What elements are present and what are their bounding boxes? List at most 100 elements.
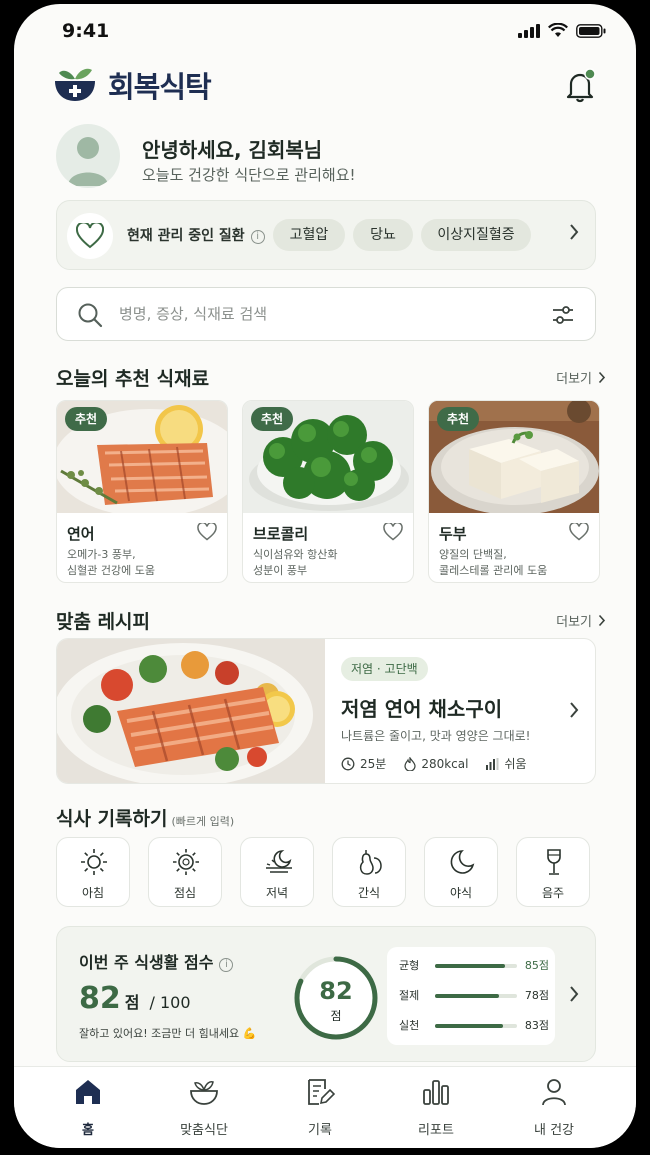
meal-dinner-button[interactable]: 저녁 (240, 837, 314, 907)
greeting-subtitle: 오늘도 건강한 식단으로 관리해요! (142, 166, 356, 184)
meal-label: 야식 (449, 886, 473, 900)
search-icon (78, 303, 103, 328)
bar-fill (435, 1024, 504, 1028)
score-message: 잘하고 있어요! 조금만 더 힘내세요 💪 (79, 1027, 257, 1040)
ingredient-desc: 양질의 단백질, 콜레스테롤 관리에 도움 (439, 547, 579, 579)
ingredient-card[interactable]: 추천 두부 양질의 단백질, 콜레스테롤 관리에 도움 (428, 400, 600, 583)
user-avatar-icon (68, 137, 108, 186)
phone-frame: 9:41 회복식탁 안녕하세요, 김회복님 오늘도 건강한 식단으로 관리해요! (0, 0, 650, 1155)
nav-label: 맞춤식단 (180, 1123, 228, 1138)
meal-late-night-button[interactable]: 야식 (424, 837, 498, 907)
chevron-right-icon[interactable] (569, 985, 579, 1003)
ingredient-desc-line: 오메가-3 풍부, (67, 548, 136, 561)
score-title: 이번 주 식생활 점수 i (79, 949, 234, 973)
score-value: 82 점 / 100 (79, 981, 191, 1016)
app-logo[interactable]: 회복식탁 (54, 64, 212, 106)
meal-label: 저녁 (265, 886, 289, 900)
recommend-badge: 추천 (251, 407, 294, 431)
meal-label: 음주 (541, 886, 565, 900)
more-label: 더보기 (556, 615, 592, 630)
note-edit-icon (308, 1079, 335, 1105)
meal-label: 점심 (173, 886, 197, 900)
ingredient-name: 연어 (67, 525, 95, 543)
recipe-section-title: 맞춤 레시피 (56, 611, 151, 633)
nav-label: 기록 (308, 1123, 332, 1138)
more-label: 더보기 (556, 372, 592, 387)
pear-icon (359, 850, 382, 875)
heart-outline-icon[interactable] (383, 523, 403, 541)
status-time: 9:41 (62, 20, 110, 42)
heart-outline-icon[interactable] (197, 523, 217, 541)
chevron-right-icon (598, 371, 606, 384)
meal-breakfast-button[interactable]: 아침 (56, 837, 130, 907)
condition-chip[interactable]: 고혈압 (273, 219, 345, 251)
meal-snack-button[interactable]: 간식 (332, 837, 406, 907)
filter-icon[interactable] (551, 303, 575, 327)
nav-report[interactable]: 리포트 (386, 1077, 486, 1143)
meal-log-title: 식사 기록하기 (빠르게 입력) (56, 804, 234, 831)
chevron-right-icon[interactable] (569, 701, 579, 719)
notification-button[interactable] (564, 68, 598, 104)
condition-label: 현재 관리 중인 질환 i (127, 225, 265, 245)
moon-icon (450, 850, 475, 874)
bar-chart-icon (423, 1080, 449, 1105)
nav-label: 내 건강 (533, 1123, 574, 1138)
search-bar[interactable] (56, 287, 596, 341)
recipe-kcal: 280kcal (404, 756, 469, 771)
weekly-score-card[interactable]: 이번 주 식생활 점수 i 82 점/ 100 잘하고 있어요! 조금만 더 힘내세… (56, 926, 596, 1062)
bowl-icon (190, 1081, 218, 1105)
flame-icon (404, 756, 416, 771)
ingredients-more-link[interactable]: 더보기 (556, 368, 606, 387)
recipe-time-value: 25분 (360, 757, 387, 771)
meal-lunch-button[interactable]: 점심 (148, 837, 222, 907)
app-screen: 9:41 회복식탁 안녕하세요, 김회복님 오늘도 건강한 식단으로 관리해요! (14, 4, 636, 1148)
recommend-badge: 추천 (65, 407, 108, 431)
info-icon[interactable]: i (219, 958, 234, 972)
condition-chip[interactable]: 당뇨 (353, 219, 413, 251)
recipe-name: 저염 연어 채소구이 (341, 697, 503, 721)
heart-outline-icon[interactable] (569, 523, 589, 541)
meal-drink-button[interactable]: 음주 (516, 837, 590, 907)
ingredient-desc-line: 식이섬유와 항산화 (253, 548, 338, 561)
condition-card[interactable]: 현재 관리 중인 질환 i 고혈압 당뇨 이상지질혈증 (56, 200, 596, 270)
recipe-difficulty: 쉬움 (486, 755, 527, 772)
score-breakdown: 균형 85점 절제 78점 실천 83점 (387, 947, 555, 1045)
nav-custom-diet[interactable]: 맞춤식단 (154, 1077, 254, 1143)
bowl-leaf-icon (55, 68, 95, 101)
bottom-nav: 홈 맞춤식단 기록 리포트 내 건강 (14, 1066, 636, 1148)
ingredient-card[interactable]: 추천 연어 오메가-3 풍부, 심혈관 건강에 도움 (56, 400, 228, 583)
recipe-more-link[interactable]: 더보기 (556, 611, 606, 630)
search-input[interactable] (119, 288, 519, 340)
nav-label: 리포트 (418, 1123, 454, 1138)
battery-icon (576, 23, 606, 38)
ingredient-card[interactable]: 추천 브로콜리 식이섬유와 항산화 성분이 풍부 (242, 400, 414, 583)
score-title-text: 이번 주 식생활 점수 (79, 953, 214, 972)
ingredient-desc-line: 콜레스테롤 관리에 도움 (439, 564, 548, 577)
wine-glass-icon (547, 849, 561, 875)
person-icon (542, 1079, 566, 1106)
ingredient-desc-line: 양질의 단백질, (439, 548, 507, 561)
nav-home[interactable]: 홈 (38, 1077, 138, 1143)
bar-label: 균형 (399, 959, 420, 972)
bar-label: 실천 (399, 1019, 420, 1032)
recipe-card[interactable]: 저염 · 고단백 저염 연어 채소구이 나트륨은 줄이고, 맛과 영양은 그대로… (56, 638, 596, 784)
ingredient-desc-line: 심혈관 건강에 도움 (67, 564, 155, 577)
meal-log-hint: (빠르게 입력) (171, 815, 235, 828)
info-icon[interactable]: i (250, 230, 265, 244)
chevron-right-icon[interactable] (569, 223, 579, 241)
nav-my-health[interactable]: 내 건강 (504, 1077, 604, 1143)
avatar[interactable] (56, 124, 120, 188)
bar-track (435, 964, 517, 968)
recipe-kcal-value: 280kcal (421, 756, 469, 771)
nav-label: 홈 (82, 1123, 94, 1138)
ingredient-desc: 오메가-3 풍부, 심혈관 건강에 도움 (67, 547, 207, 579)
score-unit: 점 (124, 993, 140, 1012)
bar-track (435, 1024, 517, 1028)
condition-chip[interactable]: 이상지질혈증 (421, 219, 531, 251)
greeting-title: 안녕하세요, 김회복님 (142, 138, 323, 162)
bar-value: 83점 (524, 1019, 549, 1032)
nav-record[interactable]: 기록 (270, 1077, 370, 1143)
ring-unit: 점 (330, 1009, 342, 1023)
bar-fill (435, 964, 505, 968)
app-title: 회복식탁 (108, 70, 212, 104)
